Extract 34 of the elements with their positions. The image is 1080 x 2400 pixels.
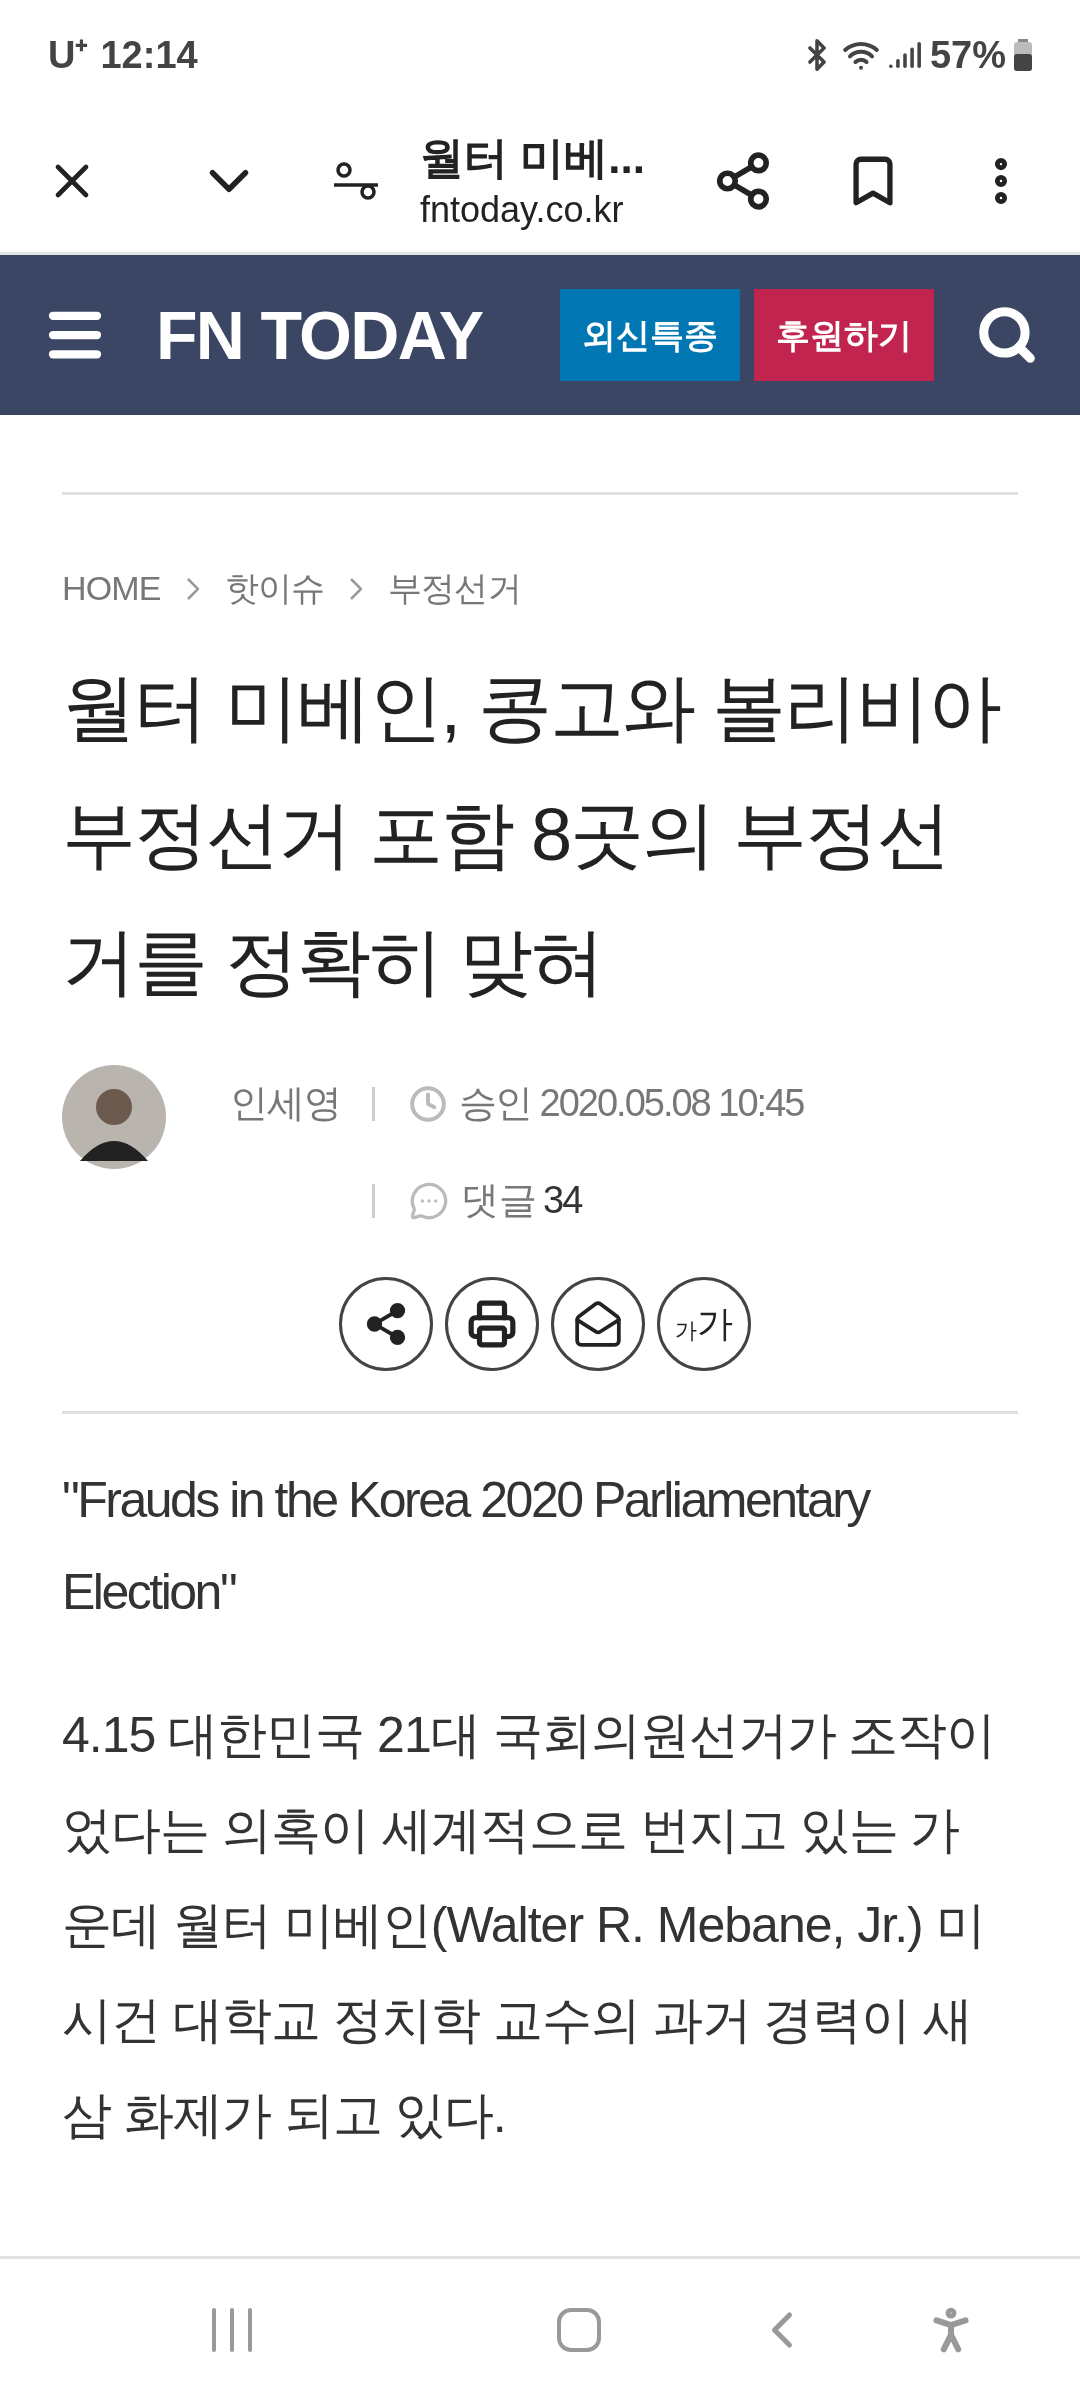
recent-apps-icon[interactable] xyxy=(210,2306,254,2353)
header-button[interactable]: 외신특종 xyxy=(560,289,740,381)
avatar-icon xyxy=(62,1065,166,1169)
search-icon[interactable] xyxy=(976,304,1038,366)
clock-time: 12:14 xyxy=(100,32,198,78)
home-icon[interactable] xyxy=(556,2306,602,2353)
chevron-right-icon xyxy=(186,577,199,600)
carrier-label: U⁺ xyxy=(48,32,89,78)
breadcrumb-link[interactable]: 핫이슈 xyxy=(224,563,325,614)
header-button[interactable]: 후원하기 xyxy=(754,289,934,381)
comments-count: 34 xyxy=(543,1178,582,1223)
share-button[interactable] xyxy=(339,1277,433,1371)
font-size-button[interactable]: 가가 xyxy=(657,1277,751,1371)
envelope-icon xyxy=(573,1299,623,1349)
quote-text: "Frauds in the Korea 2020 Parliamentary Election" xyxy=(62,1471,871,1622)
battery-icon xyxy=(1014,39,1032,71)
comment-icon xyxy=(409,1180,449,1221)
chevron-right-icon xyxy=(350,577,363,600)
approved-date: 승인 2020.05.08 10:45 xyxy=(459,1081,804,1126)
comments-label: 댓글 xyxy=(461,1178,537,1223)
breadcrumb-link[interactable]: 부정선거 xyxy=(388,563,521,614)
email-button[interactable] xyxy=(551,1277,645,1371)
page-url: fntoday.co.kr xyxy=(420,188,625,232)
page-title: 월터 미베... xyxy=(420,132,645,184)
clock-icon xyxy=(409,1084,447,1123)
battery-percent: 57% xyxy=(929,32,1006,78)
settings-icon[interactable] xyxy=(334,161,380,201)
printer-icon xyxy=(467,1299,517,1349)
article-body: 4.15 대한민국 21대 국회의원선거가 조작이었다는 의혹이 세계적으로 번지고 있는 가운데 월터 미베인(Walter R. Mebane, Jr.) 미시건 대학교 정치학 교수의 과거 경력이 새삼 화제가 되고 있다. xyxy=(62,1706,997,2145)
author-name: 인세영 xyxy=(230,1081,343,1126)
article-title: 월터 미베인, 콩고와 볼리비아 부정선거 포함 8곳의 부정선거를 정확히 맞혀 xyxy=(62,665,1002,1005)
print-button[interactable] xyxy=(445,1277,539,1371)
site-logo[interactable]: FN TODAY xyxy=(156,284,546,386)
breadcrumb-link[interactable]: HOME xyxy=(62,563,161,614)
